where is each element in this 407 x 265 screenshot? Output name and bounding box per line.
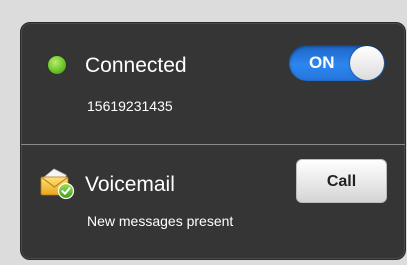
voicemail-subtitle: New messages present bbox=[87, 213, 234, 229]
status-panel: Connected 15619231435 ON Voicemail New m… bbox=[20, 22, 406, 260]
connection-toggle[interactable]: ON bbox=[289, 45, 385, 81]
connection-status-label: Connected bbox=[85, 54, 187, 77]
divider bbox=[21, 144, 405, 145]
toggle-knob[interactable] bbox=[350, 46, 384, 80]
toggle-label: ON bbox=[309, 53, 335, 72]
voicemail-envelope-icon bbox=[40, 166, 76, 200]
voicemail-title: Voicemail bbox=[85, 173, 175, 196]
connected-status-icon bbox=[48, 56, 66, 74]
phone-number: 15619231435 bbox=[87, 98, 173, 114]
call-button[interactable]: Call bbox=[296, 159, 387, 203]
